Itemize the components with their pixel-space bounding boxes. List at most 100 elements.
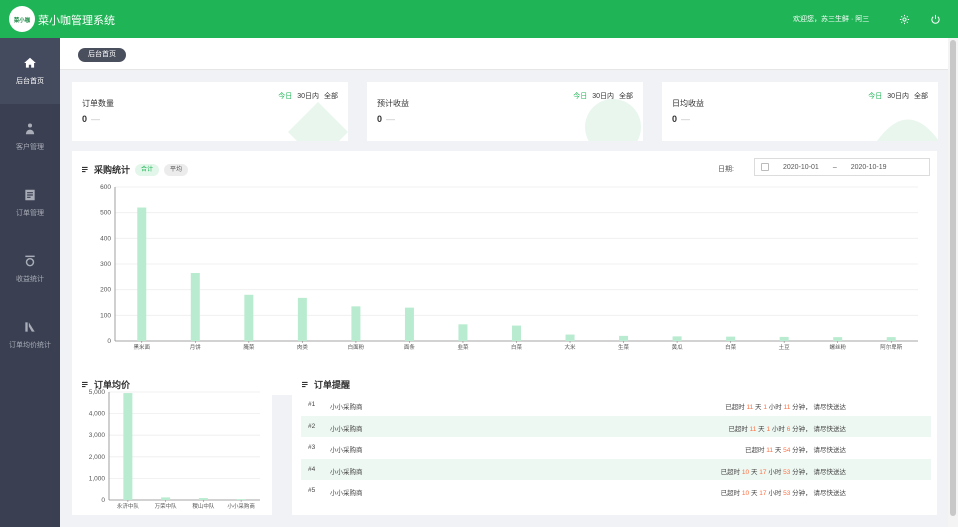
sidebar-item-customers[interactable]: 客户管理	[0, 104, 60, 170]
list-item[interactable]: #4 小小采购商 已超时 10 天 17 小时 53 分钟， 请尽快送达	[301, 458, 931, 480]
y-tick-label: 400	[100, 235, 111, 242]
welcome-text: 欢迎您，苏三生鲜 · 阿三	[793, 16, 870, 23]
x-tick-label: 小小采购商	[227, 502, 255, 510]
x-tick-label: 韭菜	[457, 343, 469, 351]
reminder-name: 小小采购商	[330, 404, 363, 411]
stat-title: 订单数量	[82, 99, 114, 108]
avg-price-bar-chart: 0 1,000 2,000 3,000 4,000 5,000 永济中队 万荣中队 稷山中队 小小…	[89, 389, 260, 510]
period-30d[interactable]: 30日内	[887, 91, 909, 101]
y-tick-label: 3,000	[89, 432, 106, 439]
scrollbar[interactable]	[948, 38, 958, 527]
period-today[interactable]: 今日	[573, 91, 587, 101]
bar	[161, 497, 171, 500]
x-tick-label: 白面粉	[348, 343, 365, 351]
list-item[interactable]: #5 小小采购商 已超时 10 天 17 小时 53 分钟， 请尽快送达	[301, 480, 931, 501]
reminder-index: #3	[308, 444, 316, 451]
bar	[619, 335, 629, 341]
list-item[interactable]: #3 小小采购商 已超时 11 天 54 分钟， 请尽快送达	[301, 437, 931, 458]
bar	[351, 306, 361, 341]
bar	[190, 272, 200, 341]
x-tick-label: 肉类	[297, 343, 309, 351]
price-icon	[25, 322, 35, 332]
power-icon[interactable]	[926, 10, 944, 28]
sidebar-item-label: 客户管理	[16, 144, 44, 151]
y-tick-label: 4,000	[89, 411, 106, 418]
stat-value: 0—	[82, 114, 101, 124]
period-tabs: 今日 30日内 全部	[868, 91, 928, 101]
sidebar-item-label: 订单均价统计	[9, 342, 51, 349]
period-tabs: 今日 30日内 全部	[573, 91, 633, 101]
bar	[198, 498, 208, 500]
x-tick-label: 黑米面	[134, 343, 151, 351]
scroll-thumb[interactable]	[950, 40, 956, 516]
y-tick-label: 300	[100, 261, 111, 268]
income-icon	[25, 255, 35, 267]
x-tick-label: 万荣中队	[155, 502, 178, 510]
stat-value: 0—	[377, 114, 396, 124]
x-tick-label: 永济中队	[117, 502, 140, 510]
bar	[297, 297, 307, 341]
y-tick-label: 200	[100, 287, 111, 294]
stat-number: 0	[672, 114, 678, 124]
gear-icon[interactable]	[895, 10, 913, 28]
sidebar-item-home[interactable]: 后台首页	[0, 38, 60, 104]
x-tick-label: 土豆	[779, 343, 791, 351]
purchase-bar-chart: 0 100 200 300 400 500 600 黑米面 月饼 腌菜 肉类 白面粉 面条 韭菜 白菜 大米 生…	[100, 184, 918, 351]
panel-title: 订单提醒	[302, 378, 350, 391]
reminder-title: 订单提醒	[314, 380, 351, 390]
list-icon	[302, 381, 308, 388]
bar	[458, 324, 468, 341]
bar	[726, 336, 736, 341]
y-tick-label: 0	[101, 497, 105, 504]
stat-number: 0	[82, 114, 88, 124]
bar	[236, 499, 246, 500]
order-icon	[25, 189, 35, 201]
bar	[565, 334, 575, 341]
breadcrumb-home[interactable]: 后台首页	[78, 48, 126, 62]
stat-title: 日均收益	[672, 99, 704, 108]
y-tick-label: 0	[107, 338, 111, 345]
bar	[244, 294, 254, 341]
home-icon	[24, 57, 36, 68]
reminder-message: 已超时 10 天 17 小时 53 分钟， 请尽快送达	[720, 468, 846, 476]
bar	[123, 393, 133, 500]
sidebar-item-label: 后台首页	[16, 78, 44, 85]
x-tick-label: 白菜	[725, 343, 737, 351]
sidebar-item-label: 订单管理	[16, 210, 44, 217]
sidebar-item-orders[interactable]: 订单管理	[0, 170, 60, 236]
x-tick-label: 白菜	[511, 343, 523, 351]
reminder-index: #1	[308, 401, 316, 408]
x-tick-label: 腌菜	[243, 343, 255, 351]
x-tick-label: 大米	[565, 343, 577, 351]
x-tick-label: 月饼	[190, 343, 202, 351]
period-30d[interactable]: 30日内	[592, 91, 614, 101]
logo: 菜小咖	[9, 6, 35, 32]
period-all[interactable]: 全部	[324, 91, 338, 101]
reminder-name: 小小采购商	[330, 490, 363, 497]
reminder-message: 已超时 10 天 17 小时 53 分钟， 请尽快送达	[720, 490, 846, 497]
reminder-index: #5	[308, 487, 316, 494]
sidebar-item-avg-price[interactable]: 订单均价统计	[0, 302, 60, 368]
reminder-name: 小小采购商	[330, 468, 363, 476]
period-today[interactable]: 今日	[868, 91, 882, 101]
sidebar-item-income[interactable]: 收益统计	[0, 236, 60, 302]
period-all[interactable]: 全部	[914, 91, 928, 101]
x-tick-label: 面条	[404, 343, 416, 351]
reminder-message: 已超时 11 天 1 小时 11 分钟， 请尽快送达	[725, 404, 846, 411]
period-30d[interactable]: 30日内	[297, 91, 319, 101]
bar	[512, 325, 521, 341]
period-all[interactable]: 全部	[619, 91, 633, 101]
reminder-message: 已超时 11 天 54 分钟， 请尽快送达	[744, 447, 846, 454]
app-title: 菜小咖管理系统	[38, 15, 115, 27]
x-tick-label: 黄瓜	[672, 343, 684, 351]
period-today[interactable]: 今日	[278, 91, 292, 101]
list-item[interactable]: #1 小小采购商 已超时 11 天 1 小时 11 分钟， 请尽快送达	[301, 394, 931, 415]
reminder-index: #4	[308, 465, 316, 473]
reminder-name: 小小采购商	[330, 447, 363, 454]
bar	[137, 207, 147, 341]
breadcrumb: 后台首页	[60, 38, 948, 70]
stat-title: 预计收益	[377, 99, 409, 108]
list-item[interactable]: #2 小小采购商 已超时 11 天 1 小时 6 分钟， 请尽快送达	[301, 415, 931, 437]
logo-text: 菜小咖	[13, 17, 31, 24]
users-icon	[25, 123, 35, 135]
